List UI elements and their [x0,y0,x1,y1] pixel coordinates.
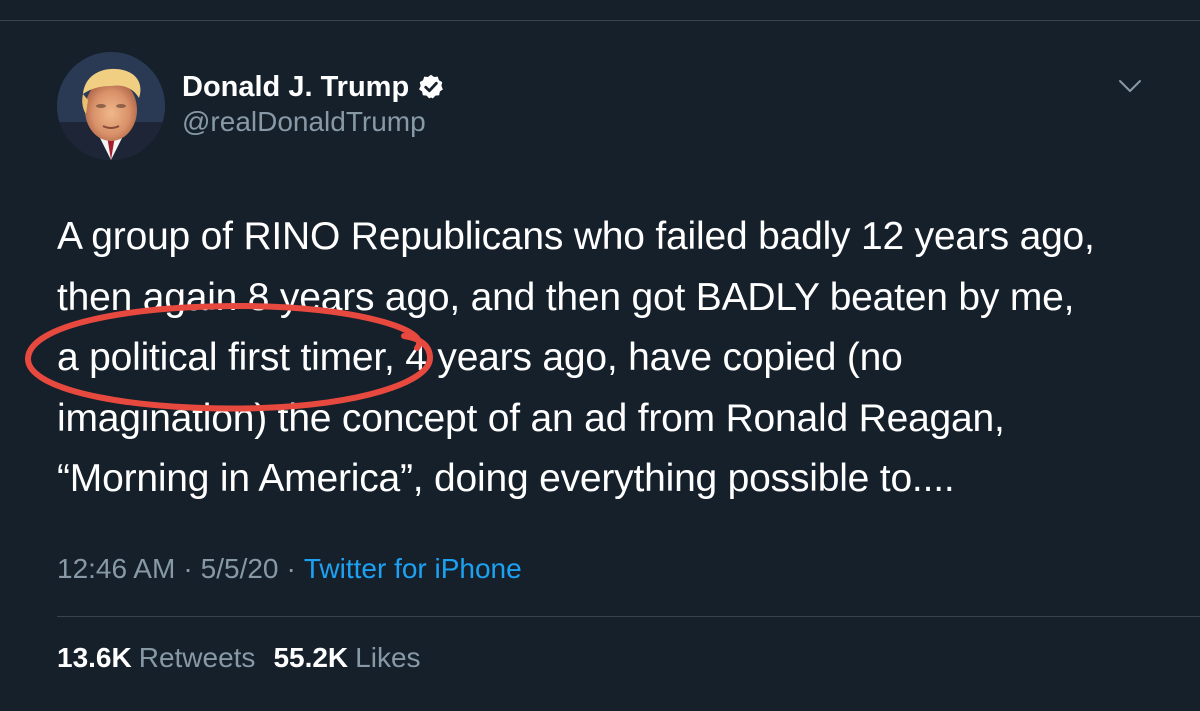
likes-label: Likes [355,642,421,673]
meta-separator: · [286,553,296,584]
tweet-date[interactable]: 5/5/20 [201,553,279,585]
author-name-row: Donald J. Trump [182,67,445,107]
stats-divider [57,616,1200,617]
likes-count: 55.2K [273,642,349,673]
chevron-down-icon[interactable] [1116,74,1144,98]
retweets-count: 13.6K [57,642,132,673]
tweet-time[interactable]: 12:46 AM [57,553,175,585]
tweet-text: A group of RINO Republicans who failed b… [57,207,1157,510]
author-display-name[interactable]: Donald J. Trump [182,71,409,104]
verified-badge-icon [417,73,445,101]
likes-stat[interactable]: 55.2K Likes [273,642,420,674]
avatar[interactable] [57,52,165,160]
tweet-text-line: A group of RINO Republicans who failed b… [57,215,1095,258]
tweet-source-link[interactable]: Twitter for iPhone [304,553,522,585]
retweets-stat[interactable]: 13.6K Retweets [57,642,255,674]
tweet-meta: 12:46 AM · 5/5/20 · Twitter for iPhone [57,553,522,585]
meta-separator: · [183,553,193,584]
retweets-label: Retweets [138,642,256,673]
avatar-image [57,52,165,160]
tweet-text-line: “Morning in America”, doing everything p… [57,457,955,500]
tweet: Donald J. Trump @realDonaldTrump A group… [0,0,1200,711]
tweet-text-line: then again 8 years ago, and then got BAD… [57,275,1075,319]
tweet-text-line: imagination) the concept of an ad from R… [57,396,1005,440]
tweet-text-line: a political first timer, 4 years ago, ha… [57,336,903,379]
tweet-stats: 13.6K Retweets 55.2K Likes [57,642,439,674]
author-handle[interactable]: @realDonaldTrump [182,106,426,138]
